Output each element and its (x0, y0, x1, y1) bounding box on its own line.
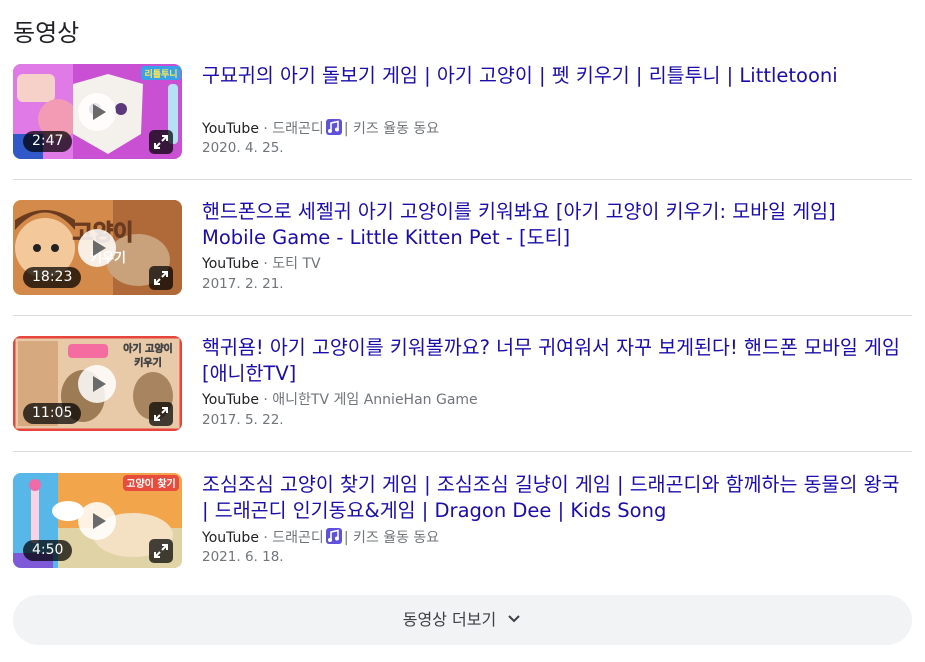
duration-badge: 4:50 (23, 540, 73, 561)
duration-badge: 11:05 (23, 403, 82, 424)
play-icon[interactable] (78, 502, 116, 540)
play-icon[interactable] (78, 365, 116, 403)
play-icon[interactable] (78, 229, 116, 267)
divider (13, 451, 912, 452)
duration-badge: 2:47 (23, 131, 73, 152)
video-thumbnail[interactable]: 고양이 찾기 4:50 (13, 473, 182, 568)
svg-text:리틀투니: 리틀투니 (144, 68, 177, 80)
video-meta: YouTube · 드래곤디 | 키즈 율동 동요 (202, 527, 439, 548)
expand-icon[interactable] (149, 539, 173, 563)
video-thumbnail[interactable]: 아기 고양이 키우기 11:05 (13, 336, 182, 431)
source-label: YouTube (202, 256, 259, 272)
video-date: 2017. 2. 21. (202, 276, 284, 292)
video-title-link[interactable]: 핸드폰으로 세젤귀 아기 고양이를 키워봐요 [아기 고양이 키우기: 모바일 … (202, 199, 902, 251)
video-result: 고양이 찾기 4:50 조심조심 고양이 찾기 게임 | 조심조심 길냥이 게임… (13, 473, 912, 585)
section-title: 동영상 (13, 19, 80, 47)
source-label: YouTube (202, 530, 259, 546)
svg-text:키우기: 키우기 (134, 356, 162, 369)
video-title-link[interactable]: 구묘귀의 아기 돌보기 게임 | 아기 고양이 | 펫 키우기 | 리틀투니 |… (202, 63, 902, 89)
duration-badge: 18:23 (23, 267, 82, 288)
channel-name: 드래곤디 (272, 530, 324, 546)
svg-text:고양이 찾기: 고양이 찾기 (126, 477, 175, 490)
channel-name: 도티 TV (272, 256, 321, 272)
video-result: 고양이 키우기 18:23 핸드폰으로 세젤귀 아기 고양이를 키워봐요 [아기… (13, 200, 912, 312)
channel-name: 애니한TV 게임 AnnieHan Game (272, 392, 478, 408)
video-result: 아기 고양이 키우기 11:05 핵귀욤! 아기 고양이를 키워볼까요? 너무 … (13, 336, 912, 448)
video-meta: YouTube · 드래곤디 | 키즈 율동 동요 (202, 118, 439, 139)
video-result: 리틀투니 2:47 구묘귀의 아기 돌보기 게임 | 아기 고양이 | 펫 키우… (13, 64, 912, 176)
svg-text:아기 고양이: 아기 고양이 (123, 342, 172, 355)
video-thumbnail[interactable]: 고양이 키우기 18:23 (13, 200, 182, 295)
video-meta: YouTube · 도티 TV (202, 256, 321, 272)
expand-icon[interactable] (149, 402, 173, 426)
source-label: YouTube (202, 392, 259, 408)
expand-icon[interactable] (149, 266, 173, 290)
video-date: 2017. 5. 22. (202, 412, 284, 428)
video-date: 2020. 4. 25. (202, 140, 284, 156)
play-icon[interactable] (78, 93, 116, 131)
channel-suffix: | 키즈 율동 동요 (343, 530, 440, 546)
video-date: 2021. 6. 18. (202, 549, 284, 565)
video-meta: YouTube · 애니한TV 게임 AnnieHan Game (202, 392, 478, 408)
video-title-link[interactable]: 조심조심 고양이 찾기 게임 | 조심조심 길냥이 게임 | 드래곤디와 함께하… (202, 472, 902, 524)
source-label: YouTube (202, 121, 259, 137)
channel-name: 드래곤디 (272, 121, 324, 137)
music-note-icon (325, 119, 342, 135)
video-thumbnail[interactable]: 리틀투니 2:47 (13, 64, 182, 159)
music-note-icon (325, 528, 342, 544)
channel-suffix: | 키즈 율동 동요 (343, 121, 440, 137)
video-title-link[interactable]: 핵귀욤! 아기 고양이를 키워볼까요? 너무 귀여워서 자꾸 보게된다! 핸드폰… (202, 335, 902, 387)
divider (13, 179, 912, 180)
more-videos-button[interactable]: 동영상 더보기 (13, 595, 912, 645)
divider (13, 315, 912, 316)
more-videos-label: 동영상 더보기 (402, 610, 497, 629)
chevron-down-icon (506, 596, 522, 646)
expand-icon[interactable] (149, 130, 173, 154)
